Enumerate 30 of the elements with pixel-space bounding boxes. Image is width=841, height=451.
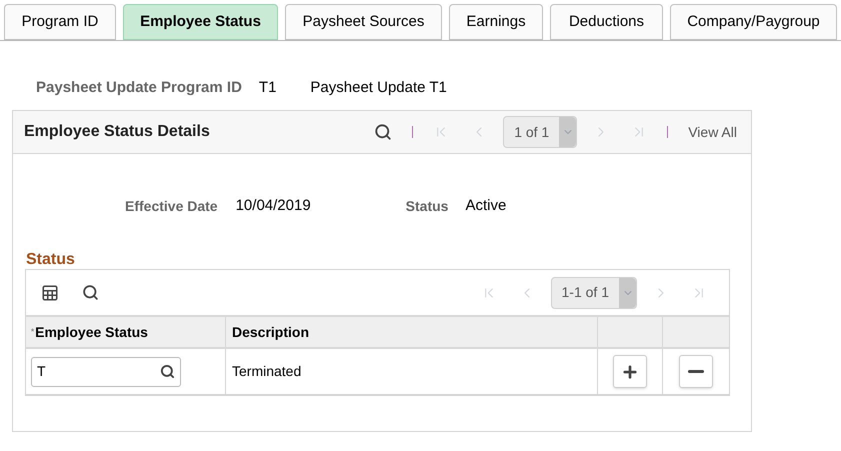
tab[interactable]: Program ID bbox=[4, 4, 116, 40]
required-mark: * bbox=[31, 326, 34, 338]
field-label: Effective Date bbox=[125, 196, 218, 216]
field-value: Active bbox=[465, 196, 506, 216]
column-header: Description bbox=[232, 322, 310, 342]
plus-icon bbox=[621, 362, 639, 380]
tab[interactable]: Deductions bbox=[550, 4, 663, 40]
lookup-icon[interactable] bbox=[160, 364, 175, 379]
tab[interactable]: Company/Paygroup bbox=[670, 4, 837, 40]
delete-row-button[interactable] bbox=[679, 355, 713, 388]
page-selector[interactable]: 1 of 1 bbox=[503, 116, 578, 148]
search-icon[interactable] bbox=[82, 284, 99, 301]
column-header: Employee Status bbox=[35, 322, 148, 342]
search-icon[interactable] bbox=[374, 123, 392, 141]
view-all-link[interactable]: View All bbox=[688, 122, 737, 142]
tab[interactable]: Employee Status bbox=[123, 4, 278, 40]
table-cell-text: Terminated bbox=[232, 362, 302, 381]
panel-title: Employee Status Details bbox=[24, 122, 210, 142]
program-id: T1 bbox=[258, 78, 276, 98]
program-description: Paysheet Update T1 bbox=[310, 78, 447, 98]
section-title: Status bbox=[26, 251, 76, 269]
minus-icon bbox=[688, 370, 704, 374]
field-label: Status bbox=[406, 196, 448, 216]
input-field[interactable]: T bbox=[31, 356, 181, 386]
tab[interactable]: Paysheet Sources bbox=[285, 4, 442, 40]
add-row-button[interactable] bbox=[613, 355, 647, 388]
field-value: 10/04/2019 bbox=[236, 196, 311, 216]
page-selector[interactable]: 1-1 of 1 bbox=[550, 276, 637, 308]
field-label: Paysheet Update Program ID bbox=[36, 78, 242, 98]
tab[interactable]: Earnings bbox=[449, 4, 543, 40]
